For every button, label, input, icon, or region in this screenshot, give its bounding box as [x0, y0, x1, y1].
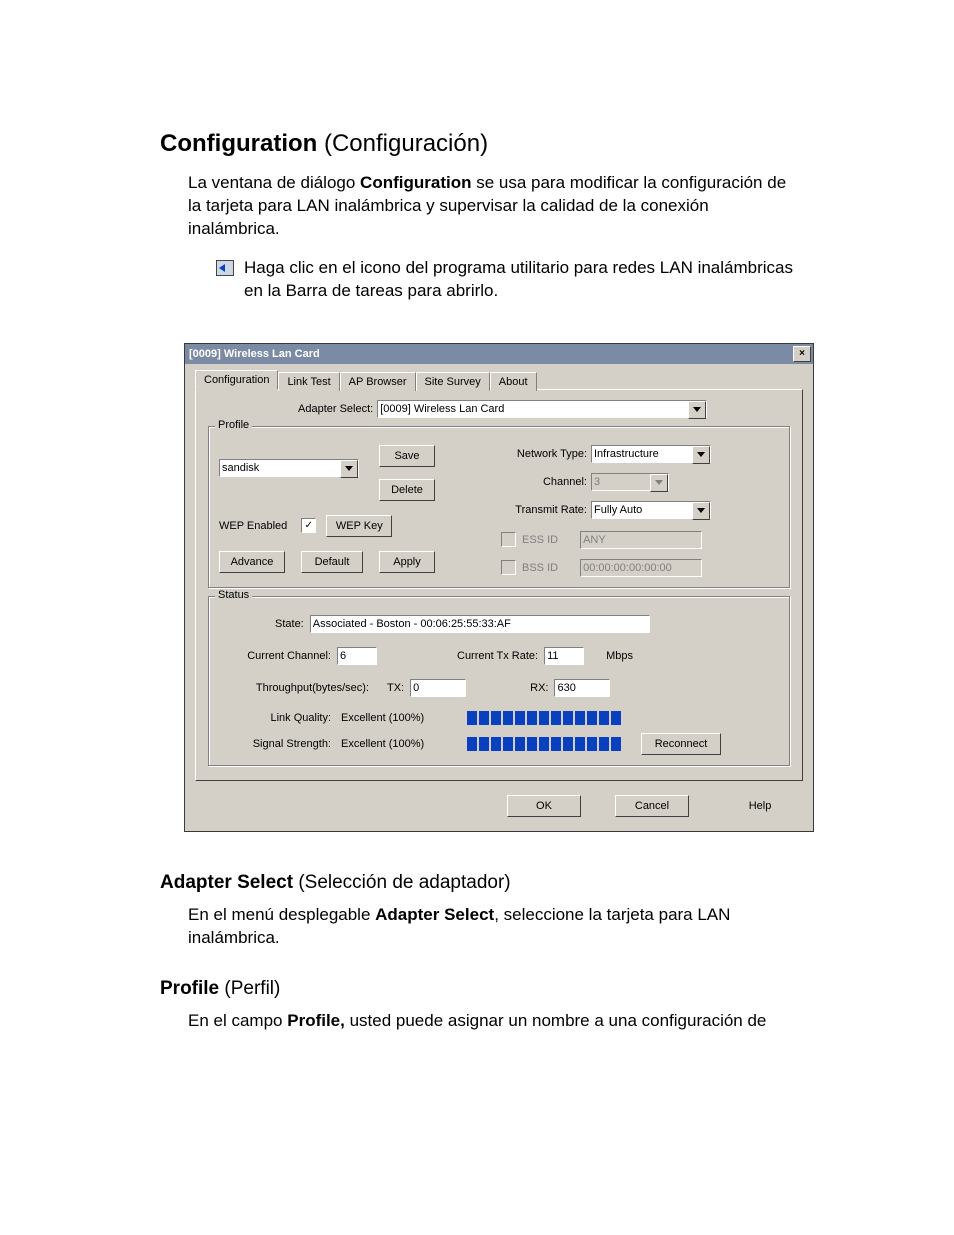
profile-combo[interactable]: sandisk [219, 459, 359, 477]
current-channel-field: 6 [337, 647, 377, 665]
apply-button[interactable]: Apply [379, 551, 435, 573]
network-type-combo[interactable]: Infrastructure [591, 445, 711, 463]
dialog-titlebar[interactable]: [0009] Wireless Lan Card × [185, 344, 813, 364]
tx-label: TX: [387, 682, 404, 694]
current-tx-rate-label: Current Tx Rate: [457, 650, 538, 662]
checkmark-icon: ✓ [305, 521, 313, 531]
channel-value: 3 [594, 476, 600, 488]
signal-strength-meter [467, 737, 621, 751]
chevron-down-icon [340, 460, 358, 478]
profile-value: sandisk [222, 462, 259, 474]
status-legend: Status [215, 589, 252, 601]
transmit-rate-value: Fully Auto [594, 504, 642, 516]
network-type-label: Network Type: [501, 448, 587, 460]
tab-about[interactable]: About [490, 372, 537, 391]
cancel-button[interactable]: Cancel [615, 795, 689, 817]
wep-enabled-label: WEP Enabled [219, 520, 287, 532]
heading-configuration: Configuration (Configuración) [160, 130, 794, 158]
config-dialog: [0009] Wireless Lan Card × Configuration… [184, 343, 814, 832]
tab-strip: Configuration Link Test AP Browser Site … [195, 370, 803, 389]
close-icon: × [799, 349, 805, 359]
adapter-select-label: Adapter Select: [298, 403, 373, 415]
profile-paragraph: En el campo Profile, usted puede asignar… [188, 1010, 794, 1033]
network-type-value: Infrastructure [594, 448, 659, 460]
close-button[interactable]: × [793, 346, 811, 362]
rx-field: 630 [554, 679, 610, 697]
state-label: State: [275, 618, 304, 630]
link-quality-meter [467, 711, 621, 725]
ok-button[interactable]: OK [507, 795, 581, 817]
chevron-down-icon [692, 446, 710, 464]
adapter-select-value: [0009] Wireless Lan Card [380, 403, 504, 415]
essid-checkbox [501, 532, 516, 547]
heading-profile: Profile (Perfil) [160, 978, 794, 1000]
tab-site-survey[interactable]: Site Survey [416, 372, 490, 391]
throughput-label: Throughput(bytes/sec): [219, 682, 369, 694]
reconnect-button[interactable]: Reconnect [641, 733, 721, 755]
adapter-select-combo[interactable]: [0009] Wireless Lan Card [377, 400, 707, 418]
channel-combo: 3 [591, 473, 669, 491]
delete-button[interactable]: Delete [379, 479, 435, 501]
heading-adapter-select: Adapter Select (Selección de adaptador) [160, 872, 794, 894]
wep-key-button[interactable]: WEP Key [326, 515, 392, 537]
advance-button[interactable]: Advance [219, 551, 285, 573]
tx-value: 0 [413, 682, 419, 694]
chevron-down-icon [688, 401, 706, 419]
essid-field: ANY [580, 531, 702, 549]
bssid-checkbox [501, 560, 516, 575]
current-channel-label: Current Channel: [219, 650, 331, 662]
bullet-text: Haga clic en el icono del programa utili… [244, 257, 794, 303]
signal-strength-label: Signal Strength: [219, 738, 331, 750]
chevron-down-icon [650, 474, 668, 492]
transmit-rate-label: Transmit Rate: [501, 504, 587, 516]
tray-program-icon [216, 260, 234, 276]
profile-legend: Profile [215, 419, 252, 431]
tx-field: 0 [410, 679, 466, 697]
current-tx-rate-field: 11 [544, 647, 584, 665]
dialog-title: [0009] Wireless Lan Card [189, 348, 320, 360]
adapter-select-paragraph: En el menú desplegable Adapter Select, s… [188, 904, 794, 950]
default-button[interactable]: Default [301, 551, 363, 573]
tab-link-test[interactable]: Link Test [278, 372, 339, 391]
essid-value: ANY [583, 534, 606, 546]
tab-configuration[interactable]: Configuration [195, 370, 278, 390]
rx-value: 630 [557, 682, 575, 694]
help-button[interactable]: Help [723, 795, 797, 817]
essid-label: ESS ID [522, 534, 558, 546]
state-value: Associated - Boston - 00:06:25:55:33:AF [313, 618, 511, 630]
current-channel-value: 6 [340, 650, 346, 662]
rx-label: RX: [530, 682, 548, 694]
tab-ap-browser[interactable]: AP Browser [340, 372, 416, 391]
link-quality-value: Excellent (100%) [341, 712, 441, 724]
profile-groupbox: Profile sandisk Save Delete W [208, 426, 790, 588]
state-field: Associated - Boston - 00:06:25:55:33:AF [310, 615, 650, 633]
chevron-down-icon [692, 502, 710, 520]
bssid-label: BSS ID [522, 562, 558, 574]
save-button[interactable]: Save [379, 445, 435, 467]
signal-strength-value: Excellent (100%) [341, 738, 441, 750]
mbps-label: Mbps [606, 650, 633, 662]
current-tx-rate-value: 11 [547, 650, 558, 662]
bssid-field: 00:00:00:00:00:00 [580, 559, 702, 577]
status-groupbox: Status State: Associated - Boston - 00:0… [208, 596, 790, 766]
bssid-value: 00:00:00:00:00:00 [583, 562, 672, 574]
link-quality-label: Link Quality: [219, 712, 331, 724]
wep-enabled-checkbox[interactable]: ✓ [301, 518, 316, 533]
intro-paragraph: La ventana de diálogo Configuration se u… [188, 172, 794, 241]
channel-label: Channel: [501, 476, 587, 488]
transmit-rate-combo[interactable]: Fully Auto [591, 501, 711, 519]
